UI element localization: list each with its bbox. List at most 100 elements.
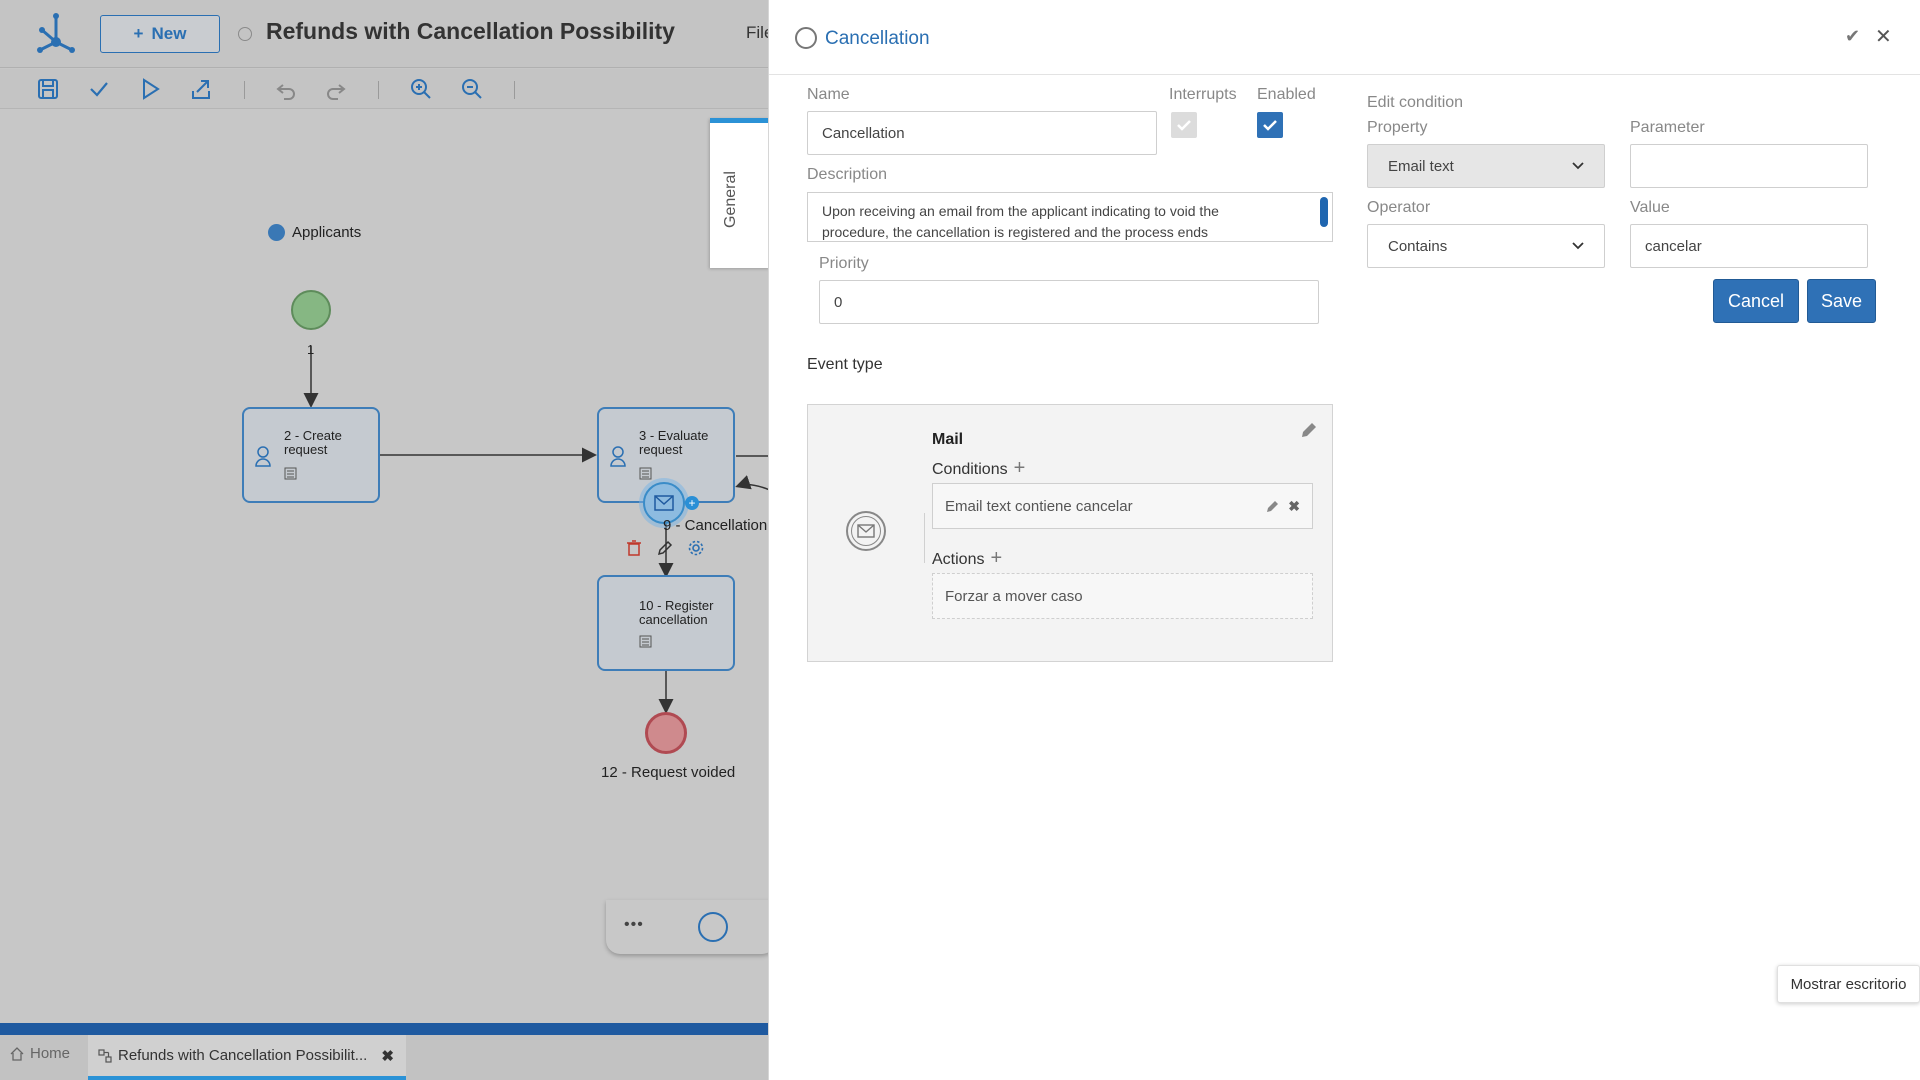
status-circle-icon xyxy=(238,27,252,41)
operator-label: Operator xyxy=(1367,199,1431,216)
parameter-label: Parameter xyxy=(1630,119,1705,136)
panel-header: Cancellation ✔ ✕ xyxy=(769,0,1920,75)
check-icon[interactable] xyxy=(87,77,111,101)
pencil-icon[interactable] xyxy=(1266,499,1280,513)
check-icon xyxy=(1263,120,1277,131)
diagram-canvas[interactable]: Applicants 1 2 - Create request 3 - Eval… xyxy=(0,110,770,1025)
task-label: 2 - Create request xyxy=(284,428,342,457)
zoom-out-icon[interactable] xyxy=(460,77,484,101)
save-button[interactable]: Save xyxy=(1807,279,1876,323)
new-button-label: New xyxy=(151,24,187,43)
process-title: Refunds with Cancellation Possibility xyxy=(266,18,675,44)
pool-label: Applicants xyxy=(292,224,362,241)
actions-label: Actions + xyxy=(932,547,1002,570)
top-bar: + New Refunds with Cancellation Possibil… xyxy=(0,0,773,68)
condition-text: Email text contiene cancelar xyxy=(945,497,1133,515)
task-register-cancellation[interactable]: 10 - Register cancellation xyxy=(597,575,735,671)
end-event[interactable] xyxy=(645,712,687,754)
process-icon xyxy=(98,1048,112,1063)
gear-icon[interactable] xyxy=(688,540,704,556)
interrupts-label: Interrupts xyxy=(1169,86,1237,103)
boundary-event-label: 9 - Cancellation xyxy=(663,517,768,534)
end-event-label: 12 - Request voided xyxy=(601,764,736,781)
action-item[interactable]: Forzar a mover caso xyxy=(932,573,1313,619)
close-tab-icon[interactable]: ✖ xyxy=(381,1047,394,1065)
description-label: Description xyxy=(807,166,888,183)
property-select[interactable]: Email text xyxy=(1367,144,1605,188)
diagram-connectors xyxy=(303,346,770,714)
delete-icon[interactable] xyxy=(627,540,641,556)
play-icon[interactable] xyxy=(138,77,162,101)
interrupts-checkbox[interactable] xyxy=(1171,112,1197,138)
circle-tool-icon[interactable] xyxy=(698,912,728,942)
enabled-label: Enabled xyxy=(1257,86,1316,103)
mail-event-icon xyxy=(846,511,886,551)
user-task-icon xyxy=(255,446,271,467)
parameter-field[interactable] xyxy=(1630,144,1868,188)
event-type-card: Mail Conditions + Email text contiene can… xyxy=(807,404,1333,662)
form-icon xyxy=(284,467,297,480)
operator-select[interactable]: Contains xyxy=(1367,224,1605,268)
form-icon xyxy=(639,467,652,480)
add-connection-icon[interactable]: + xyxy=(685,496,699,510)
task-label: 3 - Evaluate request xyxy=(639,428,709,457)
side-tab-label: General xyxy=(722,171,739,228)
undo-icon[interactable] xyxy=(274,77,298,101)
new-button[interactable]: + New xyxy=(100,15,220,53)
close-icon[interactable]: ✕ xyxy=(1875,24,1892,49)
tab-process-document[interactable]: Refunds with Cancellation Possibilit... … xyxy=(88,1035,406,1080)
value-field[interactable]: cancelar xyxy=(1630,224,1868,268)
add-condition-icon[interactable]: + xyxy=(1014,457,1026,479)
window-tab-bar: Home Refunds with Cancellation Possibili… xyxy=(0,1035,770,1080)
home-icon xyxy=(10,1046,24,1061)
event-circle-icon xyxy=(795,27,817,49)
description-scrollbar[interactable] xyxy=(1320,197,1328,227)
description-text: Upon receiving an email from the applica… xyxy=(822,203,1219,240)
toolbar-divider xyxy=(244,81,245,99)
event-card-title: Mail xyxy=(932,431,964,448)
panel-title: Cancellation xyxy=(825,28,930,49)
zoom-in-icon[interactable] xyxy=(409,77,433,101)
chevron-down-icon xyxy=(1572,162,1584,170)
redo-icon[interactable] xyxy=(324,77,348,101)
form-icon xyxy=(639,635,652,648)
start-event[interactable] xyxy=(291,290,331,330)
confirm-icon[interactable]: ✔ xyxy=(1845,26,1860,47)
add-action-icon[interactable]: + xyxy=(990,547,1002,569)
general-side-tab[interactable]: General xyxy=(710,118,770,268)
task-create-request[interactable]: 2 - Create request xyxy=(242,407,380,503)
toolbar-divider xyxy=(378,81,379,99)
check-icon xyxy=(1177,120,1191,131)
pencil-icon[interactable] xyxy=(1300,421,1318,439)
priority-field[interactable]: 0 xyxy=(819,280,1319,324)
event-type-label: Event type xyxy=(807,356,883,373)
app-logo-icon[interactable] xyxy=(36,12,76,56)
show-desktop-tooltip[interactable]: Mostrar escritorio xyxy=(1777,965,1920,1003)
more-icon[interactable]: ••• xyxy=(624,916,644,934)
plus-icon: + xyxy=(133,24,144,43)
name-field[interactable]: Cancellation xyxy=(807,111,1157,155)
cancel-button[interactable]: Cancel xyxy=(1713,279,1799,323)
property-label: Property xyxy=(1367,119,1428,136)
description-textarea[interactable]: Upon receiving an email from the applica… xyxy=(807,192,1333,242)
modeler-toolbar xyxy=(0,69,770,109)
edit-condition-heading: Edit condition xyxy=(1367,94,1464,111)
condition-item[interactable]: Email text contiene cancelar ✖ xyxy=(932,483,1313,529)
pool-icon xyxy=(268,224,285,241)
tab-home-label: Home xyxy=(30,1045,71,1062)
tab-home[interactable]: Home xyxy=(10,1045,70,1062)
bottom-accent-bar xyxy=(0,1023,770,1035)
export-icon[interactable] xyxy=(189,77,213,101)
value-label: Value xyxy=(1630,199,1670,216)
divider-line xyxy=(924,513,925,563)
pencil-icon[interactable] xyxy=(657,540,673,556)
conditions-label-text: Conditions xyxy=(932,461,1008,478)
operator-select-value: Contains xyxy=(1388,237,1448,255)
tab-document-label: Refunds with Cancellation Possibilit... xyxy=(118,1047,368,1064)
name-label: Name xyxy=(807,86,850,103)
enabled-checkbox[interactable] xyxy=(1257,112,1283,138)
flow-label: 1 xyxy=(307,342,315,357)
properties-panel: Cancellation ✔ ✕ Name Cancellation Inter… xyxy=(768,0,1920,1080)
delete-condition-icon[interactable]: ✖ xyxy=(1288,498,1300,515)
save-icon[interactable] xyxy=(36,77,60,101)
